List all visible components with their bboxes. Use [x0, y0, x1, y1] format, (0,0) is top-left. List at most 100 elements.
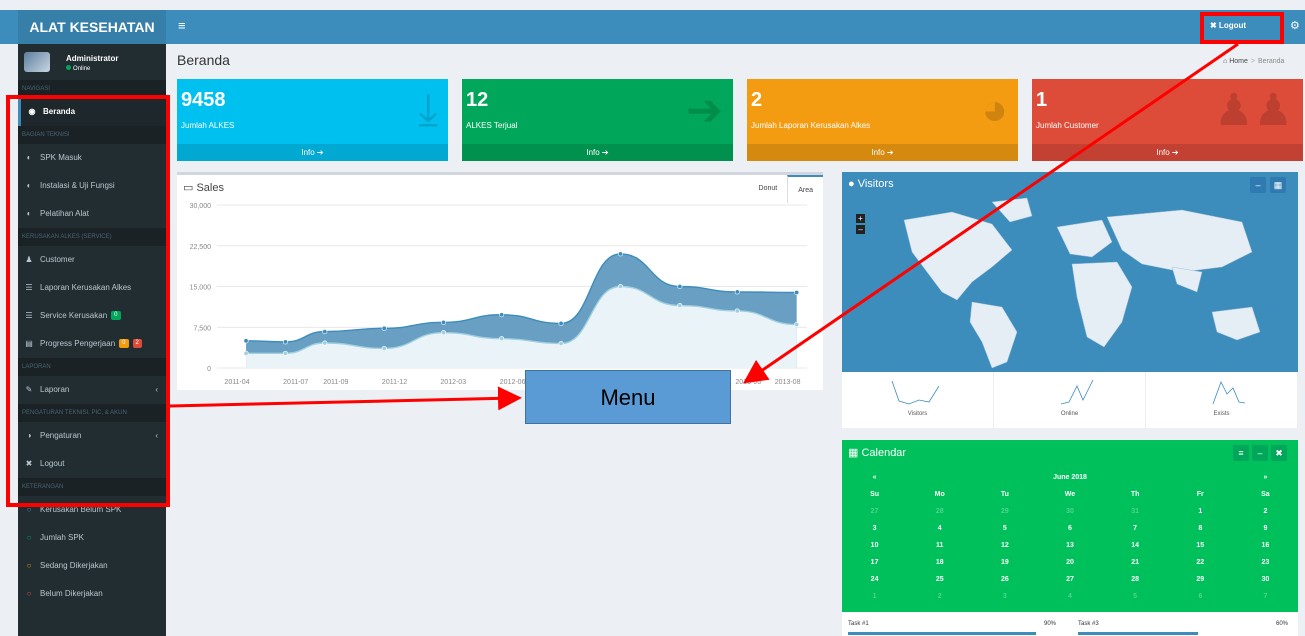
data-point — [322, 329, 328, 335]
next-month-button[interactable]: » — [1233, 469, 1298, 486]
sidebar-item-jumlah-spk[interactable]: ○ Jumlah SPK — [18, 524, 166, 552]
calendar-close-button[interactable]: ✖ — [1271, 445, 1287, 461]
calendar-title-text: Calendar — [861, 447, 907, 459]
calendar-day[interactable]: 3 — [972, 588, 1037, 605]
calendar-day[interactable]: 16 — [1233, 537, 1298, 554]
exists-sparkline — [1212, 380, 1246, 405]
calendar-day[interactable]: 27 — [1037, 571, 1102, 588]
calendar-day[interactable]: 30 — [1037, 503, 1102, 520]
calendar-week: 24 25 26 27 28 29 30 — [842, 571, 1298, 588]
weekday-label: Tu — [1000, 491, 1009, 498]
x-tick-label: 2011-04 — [224, 379, 249, 386]
calendar-day[interactable]: 1 — [1168, 503, 1233, 520]
calendar-day[interactable]: 5 — [1103, 588, 1168, 605]
data-point — [322, 340, 328, 346]
calendar-day[interactable]: 2 — [907, 588, 972, 605]
info-link[interactable]: Info ➔ — [462, 144, 733, 161]
calendar-day[interactable]: 28 — [1103, 571, 1168, 588]
circle-icon: ○ — [26, 533, 32, 542]
visitors-label: Visitors — [907, 411, 928, 417]
calendar-day[interactable]: 29 — [972, 503, 1037, 520]
task-percent: 90% — [1044, 621, 1057, 627]
world-map — [903, 197, 1261, 369]
info-link[interactable]: Info ➔ — [177, 144, 448, 161]
stat-box: 9458 Jumlah ALKES ⤓ Info ➔ — [177, 79, 448, 161]
calendar-day[interactable]: 20 — [1037, 554, 1102, 571]
data-point — [677, 284, 683, 290]
info-link[interactable]: Info ➔ — [747, 144, 1018, 161]
menu-annotation-box — [6, 95, 170, 507]
prev-month-button[interactable]: « — [842, 469, 907, 486]
calendar-day[interactable]: 9 — [1233, 520, 1298, 537]
calendar-title: ▦ Calendar — [848, 446, 906, 459]
calendar-day[interactable]: 12 — [972, 537, 1037, 554]
visitors-sparkline — [891, 380, 940, 405]
sales-panel: ▭ Sales Donut Area 0 7,500 15,000 22,500 30,… — [177, 172, 823, 390]
calendar-day[interactable]: 5 — [972, 520, 1037, 537]
pie-chart-icon: ◕ — [981, 85, 1008, 134]
data-point — [677, 303, 683, 309]
calendar-week: 17 18 19 20 21 22 23 — [842, 554, 1298, 571]
y-tick-label: 7,500 — [193, 325, 211, 332]
data-point — [282, 339, 288, 345]
calendar-day[interactable]: 3 — [842, 520, 907, 537]
breadcrumb-home[interactable]: Home — [1229, 58, 1248, 65]
calendar-day[interactable]: 22 — [1168, 554, 1233, 571]
calendar-day[interactable]: 19 — [972, 554, 1037, 571]
user-name: Administrator — [66, 54, 119, 63]
calendar-day[interactable]: 13 — [1037, 537, 1102, 554]
calendar-day[interactable]: 27 — [842, 503, 907, 520]
calendar-day[interactable]: 30 — [1233, 571, 1298, 588]
calendar-day[interactable]: 7 — [1103, 520, 1168, 537]
calendar-day[interactable]: 17 — [842, 554, 907, 571]
calendar-day[interactable]: 31 — [1103, 503, 1168, 520]
user-panel: Administrator Online — [18, 44, 166, 80]
calendar-day[interactable]: 18 — [907, 554, 972, 571]
calendar-day[interactable]: 15 — [1168, 537, 1233, 554]
circle-icon: ○ — [26, 589, 32, 598]
calendar-collapse-button[interactable]: – — [1252, 445, 1268, 461]
calendar-day[interactable]: 24 — [842, 571, 907, 588]
app-title[interactable]: ALAT KESEHATAN — [18, 10, 166, 44]
calendar-day[interactable]: 6 — [1037, 520, 1102, 537]
calendar-month[interactable]: June 2018 — [907, 469, 1233, 486]
calendar-day[interactable]: 28 — [907, 503, 972, 520]
x-tick-label: 2011-07 — [283, 379, 308, 386]
menu-callout: Menu — [525, 370, 731, 424]
task-label: Task #3 — [1078, 621, 1099, 627]
calendar-day[interactable]: 2 — [1233, 503, 1298, 520]
sidebar-item-belum-dikerjakan[interactable]: ○ Belum Dikerjakan — [18, 580, 166, 608]
info-link[interactable]: Info ➔ — [1032, 144, 1303, 161]
calendar-day[interactable]: 8 — [1168, 520, 1233, 537]
task-progress-bar — [1078, 632, 1198, 635]
calendar-day[interactable]: 6 — [1168, 588, 1233, 605]
calendar-day[interactable]: 10 — [842, 537, 907, 554]
calendar-menu-button[interactable]: ≡ — [1233, 445, 1249, 461]
stat-value: 12 — [466, 89, 489, 111]
avatar — [24, 52, 50, 72]
sidebar-item-sedang-dikerjakan[interactable]: ○ Sedang Dikerjakan — [18, 552, 166, 580]
calendar-day[interactable]: 26 — [972, 571, 1037, 588]
gear-icon[interactable]: ⚙ — [1290, 19, 1300, 32]
calendar-day[interactable]: 25 — [907, 571, 972, 588]
weekday-label: Th — [1130, 491, 1140, 498]
calendar-day[interactable]: 21 — [1103, 554, 1168, 571]
calendar-day[interactable]: 1 — [842, 588, 907, 605]
calendar-icon: ▦ — [848, 447, 862, 459]
stat-box: 2 Jumlah Laporan Kerusakan Alkes ◕ Info … — [747, 79, 1018, 161]
calendar-day[interactable]: 7 — [1233, 588, 1298, 605]
stat-label: Jumlah Laporan Kerusakan Alkes — [751, 121, 871, 130]
calendar-day[interactable]: 14 — [1103, 537, 1168, 554]
data-point — [794, 289, 800, 295]
calendar-month-row: « June 2018 » — [842, 469, 1298, 486]
calendar-day[interactable]: 4 — [1037, 588, 1102, 605]
calendar-day[interactable]: 11 — [907, 537, 972, 554]
calendar-day[interactable]: 23 — [1233, 554, 1298, 571]
x-tick-label: 2011-09 — [323, 379, 348, 386]
calendar-day[interactable]: 4 — [907, 520, 972, 537]
data-point — [441, 319, 447, 325]
calendar-day[interactable]: 29 — [1168, 571, 1233, 588]
menu-toggle-icon[interactable]: ≡ — [178, 18, 186, 33]
data-point — [282, 350, 288, 356]
user-status: Online — [66, 65, 90, 72]
